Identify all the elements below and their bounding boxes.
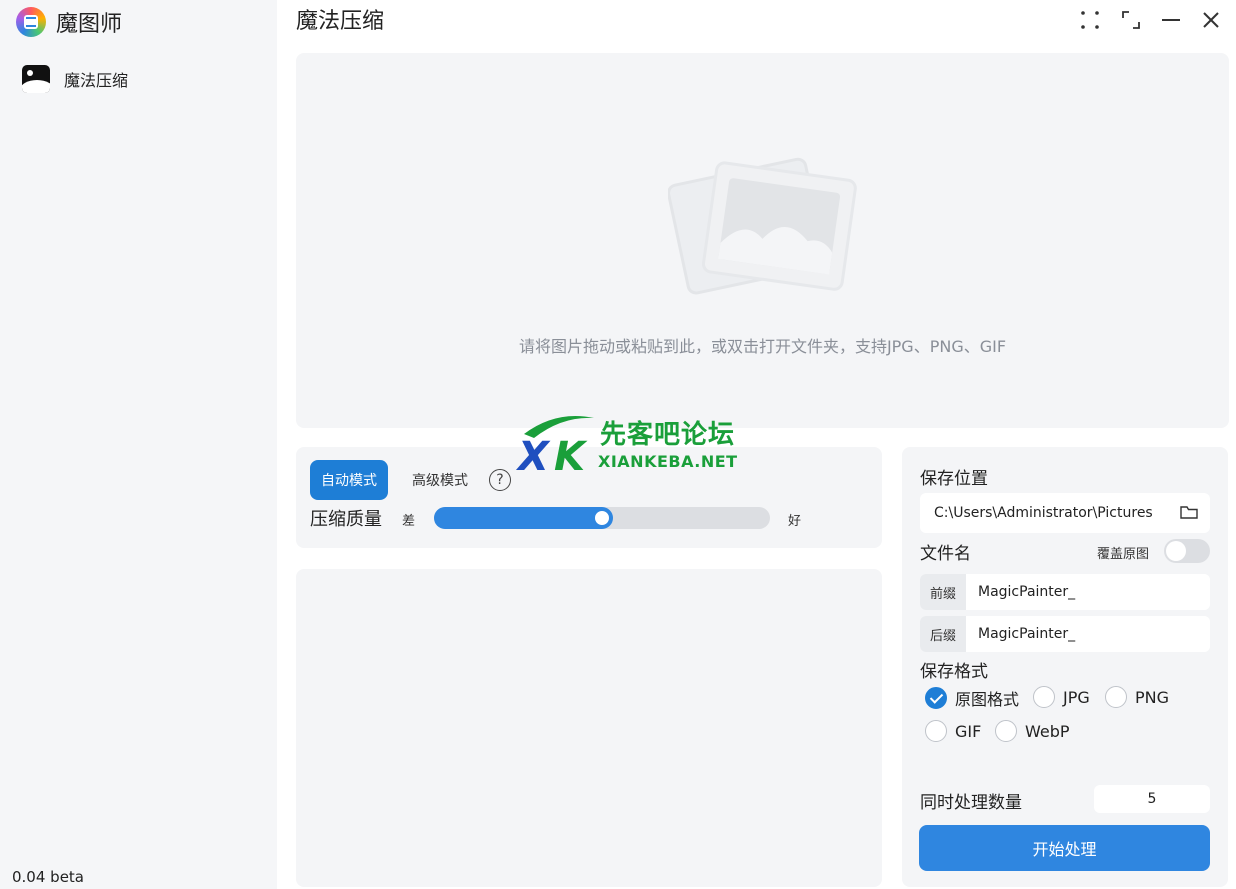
restore-icon[interactable] <box>1119 8 1143 32</box>
prefix-input[interactable] <box>966 574 1210 610</box>
suffix-input[interactable] <box>966 616 1210 652</box>
filename-label: 文件名 <box>920 544 971 564</box>
drop-hint: 请将图片拖动或粘贴到此，或双击打开文件夹，支持JPG、PNG、GIF <box>518 337 1007 356</box>
quality-slider-fill <box>434 507 613 529</box>
suffix-tag: 后缀 <box>920 616 966 652</box>
format-radio-gif[interactable]: GIF <box>925 720 981 742</box>
watermark-logo-icon: X K <box>515 416 594 480</box>
radio-circle-icon <box>1105 686 1127 708</box>
radio-circle-icon <box>1033 686 1055 708</box>
radio-check-icon <box>925 687 947 709</box>
image-icon <box>22 65 50 93</box>
format-label: 原图格式 <box>955 690 1020 709</box>
overwrite-label: 覆盖原图 <box>1097 547 1150 562</box>
suffix-row: 后缀 <box>920 616 1210 652</box>
format-radio-webp[interactable]: WebP <box>995 720 1070 742</box>
fullscreen-icon[interactable] <box>1078 8 1102 32</box>
format-radio-png[interactable]: PNG <box>1105 686 1169 708</box>
watermark: X K 先客吧论坛 XIANKEBA.NET <box>515 412 738 480</box>
folder-icon[interactable] <box>1180 505 1198 520</box>
save-path-value: C:\Users\Administrator\Pictures <box>934 505 1153 521</box>
advanced-mode-button[interactable]: 高级模式 <box>401 460 479 500</box>
quality-label: 压缩质量 <box>310 509 382 530</box>
format-label: PNG <box>1135 687 1170 707</box>
radio-circle-icon <box>925 720 947 742</box>
quality-slider[interactable] <box>434 507 770 529</box>
prefix-tag: 前缀 <box>920 574 966 610</box>
file-list-panel <box>296 569 882 887</box>
quality-slider-thumb[interactable] <box>593 509 611 527</box>
format-label: JPG <box>1063 687 1090 707</box>
quality-poor-label: 差 <box>402 514 416 529</box>
page-title: 魔法压缩 <box>296 9 385 34</box>
settings-panel: 保存位置 C:\Users\Administrator\Pictures 文件名… <box>902 447 1228 887</box>
overwrite-toggle[interactable] <box>1164 539 1210 563</box>
concurrency-input[interactable]: 5 <box>1094 785 1210 813</box>
version-label: 0.04 beta <box>12 868 84 886</box>
format-radio-original[interactable]: 原图格式 <box>925 686 1019 710</box>
svg-text:X: X <box>516 434 551 476</box>
save-location-label: 保存位置 <box>920 469 988 489</box>
quality-good-label: 好 <box>788 514 802 529</box>
image-placeholder-icon <box>668 157 857 295</box>
minimize-icon[interactable] <box>1159 8 1183 32</box>
format-label: WebP <box>1025 721 1070 741</box>
app-header: 魔图师 <box>16 6 122 38</box>
start-processing-button[interactable]: 开始处理 <box>919 825 1210 871</box>
save-format-label: 保存格式 <box>920 662 988 682</box>
concurrency-label: 同时处理数量 <box>920 793 1022 813</box>
sidebar-item-magic-compress[interactable]: 魔法压缩 <box>22 62 128 96</box>
sidebar: 魔图师 魔法压缩 0.04 beta <box>0 0 277 889</box>
sidebar-item-label: 魔法压缩 <box>64 71 129 90</box>
drop-zone[interactable]: 请将图片拖动或粘贴到此，或双击打开文件夹，支持JPG、PNG、GIF <box>296 53 1229 428</box>
watermark-subtitle: XIANKEBA.NET <box>598 452 738 471</box>
prefix-row: 前缀 <box>920 574 1210 610</box>
format-label: GIF <box>955 721 982 741</box>
help-icon[interactable]: ? <box>489 469 511 491</box>
radio-circle-icon <box>995 720 1017 742</box>
auto-mode-button[interactable]: 自动模式 <box>310 460 388 500</box>
watermark-title: 先客吧论坛 <box>600 420 736 450</box>
save-path-field[interactable]: C:\Users\Administrator\Pictures <box>920 493 1210 533</box>
close-icon[interactable] <box>1199 8 1223 32</box>
format-radio-jpg[interactable]: JPG <box>1033 686 1090 708</box>
app-name: 魔图师 <box>56 12 123 37</box>
toggle-knob <box>1166 541 1186 561</box>
app-logo-icon <box>16 7 46 37</box>
svg-text:K: K <box>554 434 588 476</box>
